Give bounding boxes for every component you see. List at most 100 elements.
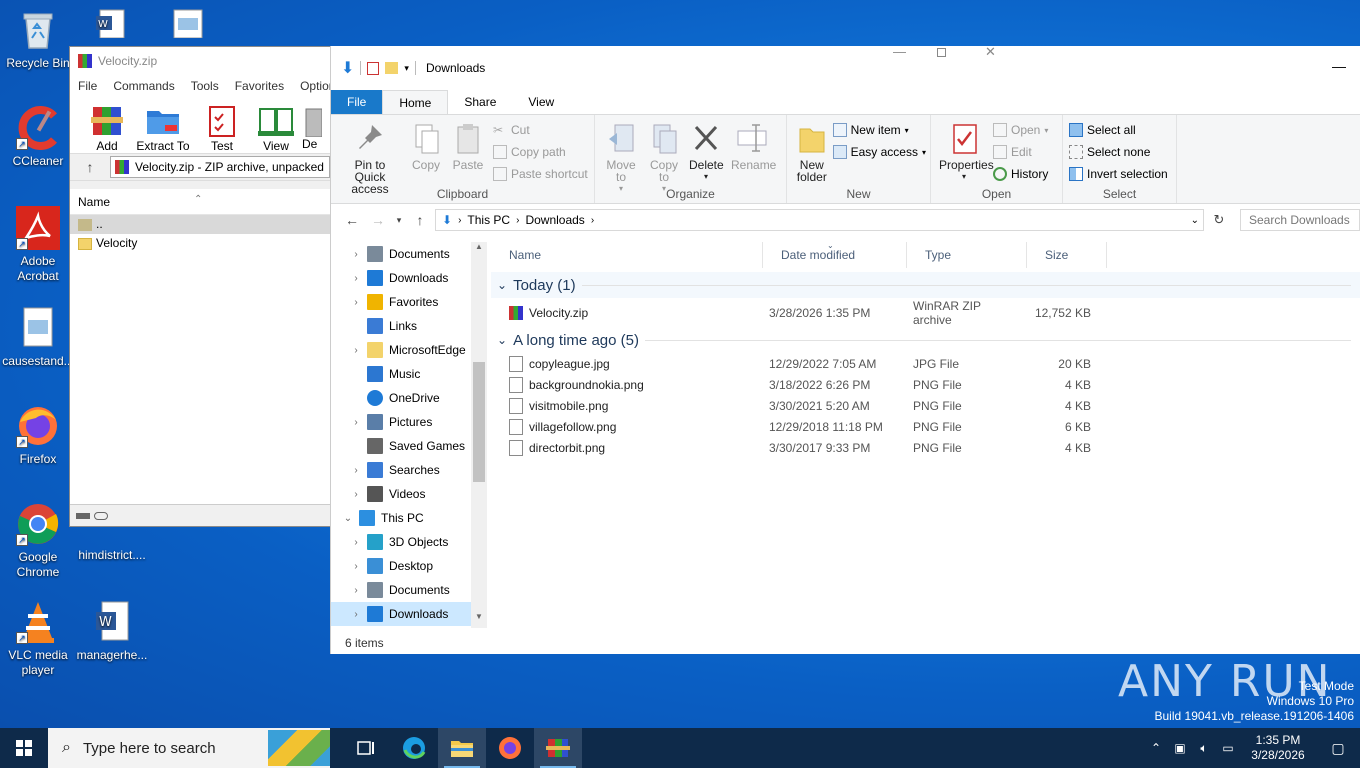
select-none-button[interactable]: Select none: [1069, 143, 1168, 161]
desktop-icon-managerhe[interactable]: W managerhe...: [74, 600, 150, 663]
desktop-icon-vlc[interactable]: ↗ VLC media player: [0, 600, 76, 678]
start-button[interactable]: [0, 728, 48, 768]
navigation-pane[interactable]: › Documents › Downloads › Favorites Links › Micr…: [331, 242, 487, 628]
file-row[interactable]: copyleague.jpg 12/29/2022 7:05 AM JPG File…: [491, 353, 1360, 374]
chevron-right-icon[interactable]: ›: [349, 417, 363, 428]
chevron-down-icon[interactable]: ⌄: [497, 333, 507, 347]
nav-item[interactable]: › Downloads: [331, 602, 487, 626]
taskbar-winrar[interactable]: [534, 728, 582, 768]
chevron-right-icon[interactable]: ›: [349, 297, 363, 308]
chevron-down-icon[interactable]: ⌄: [341, 513, 355, 524]
up-arrow-icon[interactable]: ↑: [70, 159, 110, 175]
file-row[interactable]: backgroundnokia.png 3/18/2022 6:26 PM PNG …: [491, 374, 1360, 395]
list-item[interactable]: ..: [70, 215, 330, 234]
chevron-down-icon[interactable]: ⌄: [497, 278, 507, 292]
refresh-icon[interactable]: ↻: [1208, 212, 1230, 228]
nav-item[interactable]: › Documents: [331, 242, 487, 266]
history-button[interactable]: History: [993, 165, 1048, 183]
meet-now-icon[interactable]: ▣: [1168, 741, 1192, 755]
navigation-scrollbar[interactable]: ▲ ▼: [471, 242, 487, 628]
test-button[interactable]: Test: [194, 97, 250, 153]
desktop-icon-chrome[interactable]: ↗ Google Chrome: [0, 502, 76, 580]
maximize-icon[interactable]: [937, 48, 946, 57]
column-header-date-modified[interactable]: Date modified ⌄: [763, 241, 907, 268]
clock[interactable]: 1:35 PM 3/28/2026: [1240, 733, 1316, 763]
nav-item[interactable]: Music: [331, 362, 487, 386]
chevron-right-icon[interactable]: ›: [349, 609, 363, 620]
nav-item[interactable]: › Desktop: [331, 554, 487, 578]
copy-path-button[interactable]: Copy path: [493, 143, 588, 161]
taskbar-firefox[interactable]: [486, 728, 534, 768]
column-header-name[interactable]: Name: [491, 242, 763, 268]
tab-view[interactable]: View: [512, 90, 570, 114]
chevron-right-icon[interactable]: ›: [349, 249, 363, 260]
explorer-window[interactable]: ⬇ ▾ Downloads — — ✕ File Home Share View: [330, 44, 1360, 654]
view-button[interactable]: View: [250, 97, 302, 153]
desktop-icon-word-doc[interactable]: W: [72, 8, 148, 42]
edit-button[interactable]: Edit: [993, 143, 1048, 161]
taskbar-search-box[interactable]: ⌕ Type here to search: [48, 728, 330, 768]
minimize-button[interactable]: —: [1332, 58, 1346, 74]
notification-icon[interactable]: ▢: [1316, 740, 1360, 757]
easy-access-button[interactable]: Easy access ▾: [832, 143, 926, 161]
select-all-button[interactable]: Select all: [1069, 121, 1168, 139]
menu-file[interactable]: File: [70, 79, 105, 93]
taskbar-edge[interactable]: [390, 728, 438, 768]
delete-button[interactable]: De: [302, 97, 322, 153]
nav-item[interactable]: › MicrosoftEdge: [331, 338, 487, 362]
group-header[interactable]: ⌄ Today (1): [491, 272, 1360, 298]
chevron-right-icon[interactable]: ›: [349, 489, 363, 500]
new-folder-quick-icon[interactable]: [385, 62, 399, 74]
nav-item[interactable]: Saved Games: [331, 434, 487, 458]
address-dropdown-icon[interactable]: ⌄: [1191, 215, 1203, 226]
nav-item[interactable]: ⌄ This PC: [331, 506, 487, 530]
tray-overflow-chevron-icon[interactable]: ⌃: [1144, 741, 1168, 755]
open-button[interactable]: Open ▾: [993, 121, 1048, 139]
search-input[interactable]: Search Downloads: [1240, 209, 1360, 231]
back-arrow-icon[interactable]: ←: [341, 212, 363, 228]
tab-file[interactable]: File: [331, 90, 383, 114]
winrar-window[interactable]: Velocity.zip File Commands Tools Favorit…: [69, 46, 341, 527]
close-icon[interactable]: ✕: [985, 44, 996, 60]
taskbar-file-explorer[interactable]: [438, 728, 486, 768]
network-icon[interactable]: ▭: [1216, 741, 1240, 755]
desktop-icon-recycle-bin[interactable]: Recycle Bin: [0, 8, 76, 71]
forward-arrow-icon[interactable]: →: [367, 212, 389, 228]
file-row[interactable]: Velocity.zip 3/28/2026 1:35 PM WinRAR ZIP …: [491, 299, 1360, 327]
extract-to-button[interactable]: Extract To: [132, 97, 194, 153]
nav-item[interactable]: › Pictures: [331, 410, 487, 434]
chevron-right-icon[interactable]: ›: [349, 537, 363, 548]
nav-item[interactable]: › Downloads: [331, 266, 487, 290]
breadcrumb-this-pc[interactable]: This PC: [467, 213, 510, 227]
invert-selection-button[interactable]: Invert selection: [1069, 165, 1168, 183]
nav-item[interactable]: › Videos: [331, 482, 487, 506]
up-arrow-icon[interactable]: ↑: [409, 212, 431, 228]
paste-shortcut-button[interactable]: Paste shortcut: [493, 165, 588, 183]
minimize-icon[interactable]: —: [893, 44, 906, 59]
explorer-titlebar[interactable]: ⬇ ▾ Downloads —: [331, 46, 1360, 90]
tab-home[interactable]: Home: [382, 90, 449, 114]
winrar-titlebar[interactable]: Velocity.zip: [70, 47, 330, 75]
desktop-icon-image-file[interactable]: [150, 8, 226, 42]
chevron-right-icon[interactable]: ›: [349, 273, 363, 284]
desktop-icon-causestand[interactable]: causestand...: [0, 306, 76, 369]
menu-commands[interactable]: Commands: [105, 79, 182, 93]
menu-tools[interactable]: Tools: [183, 79, 227, 93]
column-header-name[interactable]: Name ⌃: [70, 189, 330, 215]
winrar-file-list[interactable]: Name ⌃ .. Velocity: [70, 189, 330, 505]
desktop-icon-adobe-acrobat[interactable]: ↗ Adobe Acrobat: [0, 206, 76, 284]
address-bar[interactable]: ⬇ › This PC › Downloads › ⌄: [435, 209, 1204, 231]
cut-button[interactable]: ✂ Cut: [493, 121, 588, 139]
breadcrumb-downloads[interactable]: Downloads: [525, 213, 584, 227]
properties-quick-icon[interactable]: [367, 61, 380, 75]
file-row[interactable]: visitmobile.png 3/30/2021 5:20 AM PNG File…: [491, 395, 1360, 416]
list-item[interactable]: Velocity: [70, 234, 330, 253]
desktop-icon-ccleaner[interactable]: ↗ CCleaner: [0, 106, 76, 169]
desktop-icon-firefox[interactable]: ↗ Firefox: [0, 404, 76, 467]
nav-item[interactable]: › 3D Objects: [331, 530, 487, 554]
winrar-path-field[interactable]: Velocity.zip - ZIP archive, unpacked: [110, 156, 330, 178]
add-button[interactable]: Add: [82, 97, 132, 153]
column-header-type[interactable]: Type: [907, 242, 1027, 268]
nav-item[interactable]: › Searches: [331, 458, 487, 482]
volume-icon[interactable]: 🔈︎: [1192, 741, 1216, 756]
